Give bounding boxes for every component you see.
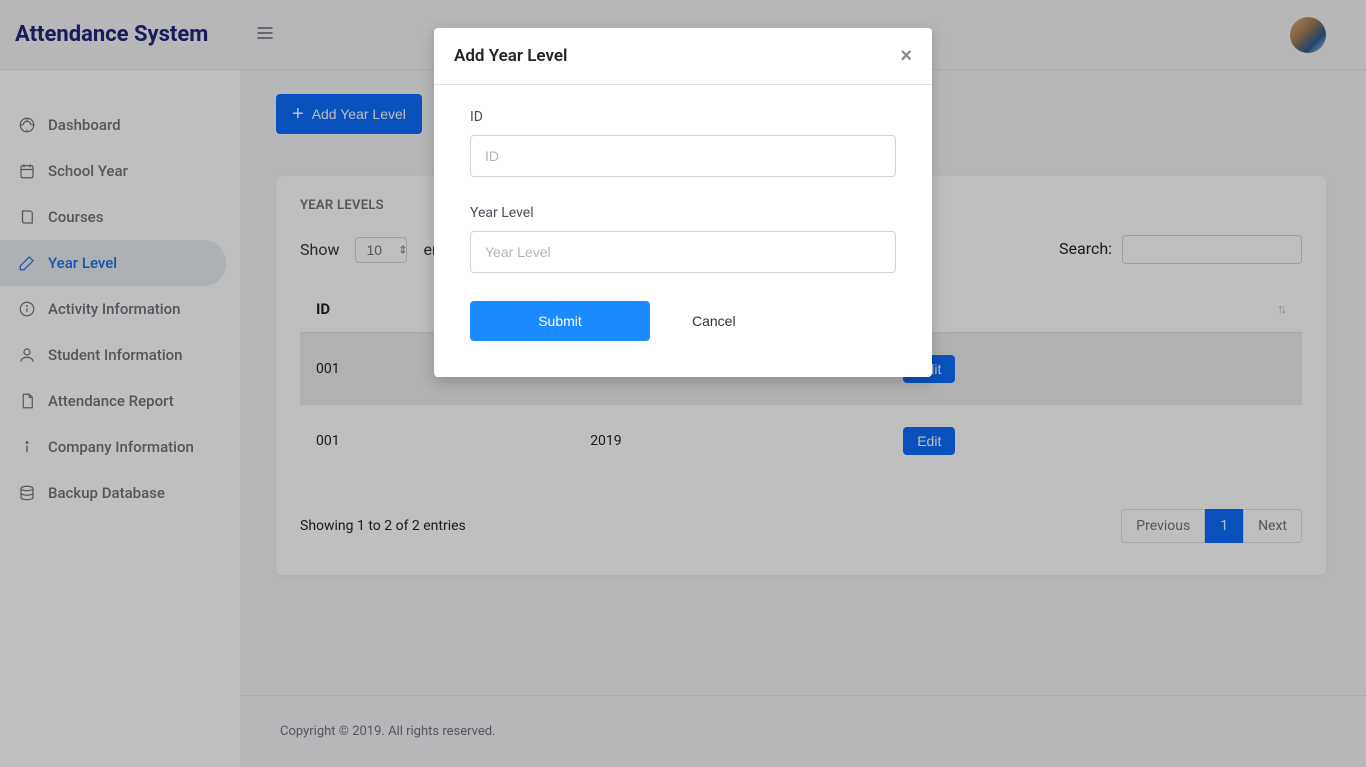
id-label: ID [470, 109, 896, 125]
cancel-button[interactable]: Cancel [668, 301, 760, 341]
modal-overlay[interactable]: Add Year Level × ID Year Level Submit Ca… [0, 0, 1366, 767]
close-icon[interactable]: × [900, 46, 912, 66]
year-level-label: Year Level [470, 205, 896, 221]
add-year-level-modal: Add Year Level × ID Year Level Submit Ca… [434, 28, 932, 377]
submit-button[interactable]: Submit [470, 301, 650, 341]
modal-title: Add Year Level [454, 46, 567, 66]
id-input[interactable] [470, 135, 896, 177]
year-level-input[interactable] [470, 231, 896, 273]
